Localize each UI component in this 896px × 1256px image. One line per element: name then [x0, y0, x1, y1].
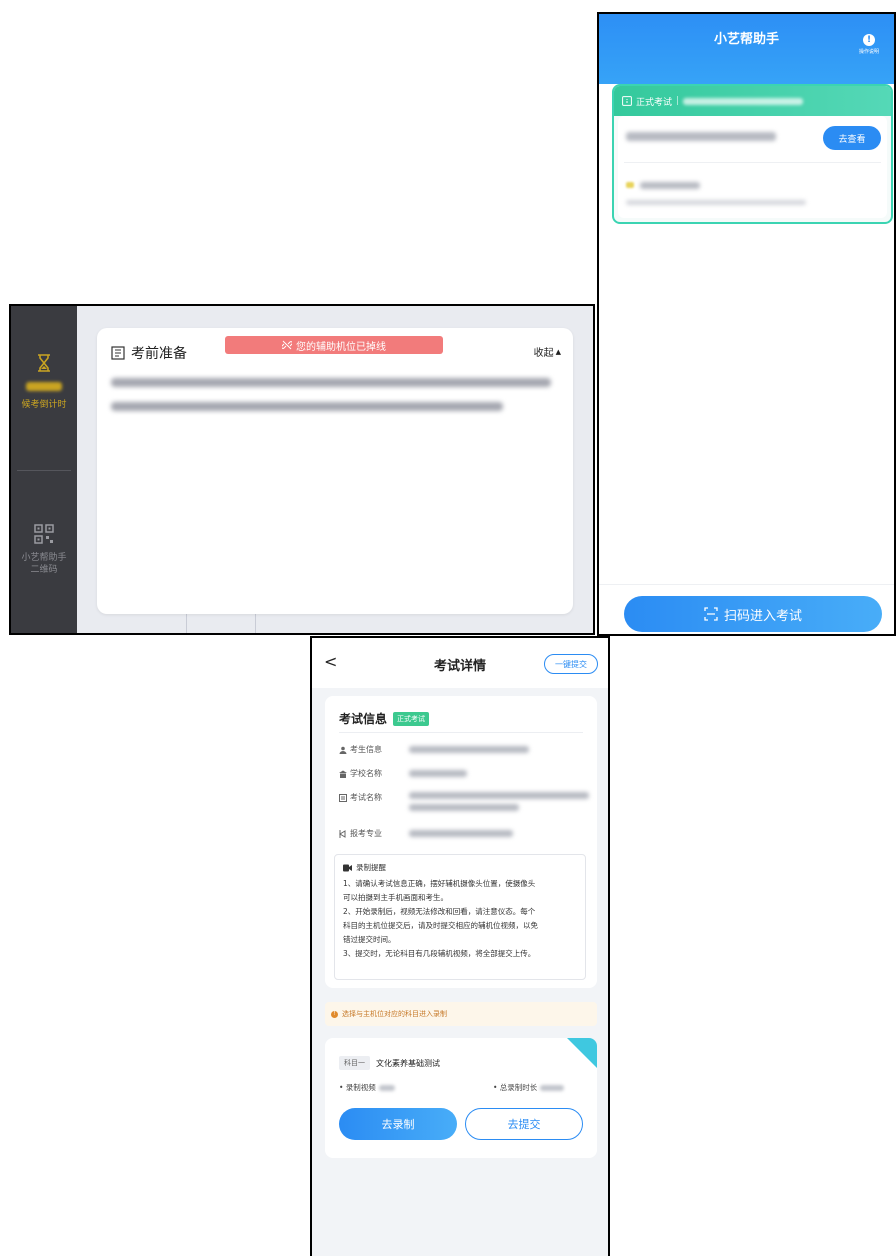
field-candidate: 考生信息: [339, 744, 382, 755]
caret-up-icon: ▲: [555, 347, 561, 356]
phone-header: 小艺帮助手 ! 操作说明: [599, 14, 894, 84]
field-exam-name: 考试名称: [339, 792, 382, 803]
field-label: 学校名称: [350, 769, 382, 778]
offline-alert-text: 您的辅助机位已掉线: [296, 341, 386, 353]
field-value-blurred: [409, 804, 519, 811]
total-time-meta: • 总录制时长: [493, 1082, 565, 1093]
field-major: 报考专业: [339, 828, 382, 839]
field-label: 报考专业: [350, 829, 382, 838]
collapse-toggle[interactable]: 收起 ▲: [533, 344, 561, 360]
help-button[interactable]: ! 操作说明: [852, 34, 886, 55]
user-icon: [339, 746, 347, 754]
phone-title: 小艺帮助手: [713, 32, 779, 47]
recording-reminder-box: 录制提醒 1、请确认考试信息正确，摆好辅机摄像头位置，使摄像头 可以拍摄到主手机…: [334, 854, 586, 980]
warning-icon: !: [331, 1010, 338, 1018]
status-text-blurred: [640, 182, 700, 189]
blurred-text-line: [111, 378, 551, 387]
time-text-blurred: [626, 200, 806, 205]
field-value-blurred: [409, 770, 467, 777]
field-value-blurred: [409, 830, 513, 837]
pc-sidebar: 候考倒计时 小艺帮助手 二维码: [11, 306, 77, 633]
blurred-text-line: [111, 402, 503, 411]
reminder-line: 3、提交时，无论科目有几段辅机视频，将全部提交上传。: [343, 949, 536, 958]
exam-details-screen: < 考试详情 一键提交 考试信息 正式考试 考生信息 学校名称 考试名称 报考专…: [310, 636, 610, 1256]
record-video-label: • 录制视频: [339, 1083, 376, 1092]
major-icon: [339, 829, 347, 838]
exam-prep-title-text: 考前准备: [131, 346, 187, 362]
header-separator: |: [676, 96, 680, 106]
scan-label: 扫码进入考试: [723, 608, 802, 624]
document-icon: [111, 346, 125, 360]
subject-row: 科目一 文化素养基础测试: [339, 1056, 440, 1070]
exam-icon: [622, 96, 632, 106]
sidebar-divider: [17, 470, 71, 471]
reminder-heading: 录制提醒: [343, 861, 577, 875]
notice-text: 选择与主机位对应的科目进入录制: [342, 1010, 447, 1018]
collapse-label: 收起: [533, 348, 554, 359]
sidebar-countdown[interactable]: 候考倒计时: [11, 354, 77, 411]
qr-label-2: 二维码: [30, 565, 58, 575]
submit-all-button[interactable]: 一键提交: [544, 654, 598, 674]
scan-enter-exam-button[interactable]: 扫码进入考试: [624, 596, 882, 632]
exam-info-heading: 考试信息 正式考试: [339, 710, 430, 727]
total-time-label: • 总录制时长: [493, 1083, 538, 1092]
corner-badge: [567, 1038, 597, 1068]
exam-prep-title: 考前准备: [111, 343, 187, 363]
phone-assistant-home: 小艺帮助手 ! 操作说明 正式考试 | 去查看 扫码进入考试: [597, 12, 896, 636]
status-dot: [626, 182, 634, 188]
field-value-blurred: [409, 746, 529, 753]
subject-tag: 科目一: [339, 1056, 370, 1070]
record-video-value-blurred: [378, 1084, 395, 1091]
info-divider: [339, 732, 583, 733]
subject-name: 文化素养基础测试: [376, 1058, 440, 1068]
exam-prep-card: 考前准备 您的辅助机位已掉线 收起 ▲: [97, 328, 573, 614]
exam-card: 正式考试 | 去查看: [612, 84, 893, 224]
subject-select-notice: ! 选择与主机位对应的科目进入录制: [325, 1002, 597, 1026]
field-label: 考生信息: [350, 745, 382, 754]
school-icon: [339, 770, 347, 778]
exam-card-body: 去查看: [618, 116, 887, 218]
exam-icon: [339, 793, 347, 802]
countdown-value: [11, 382, 77, 395]
info-icon: !: [863, 34, 875, 46]
help-label: 操作说明: [858, 49, 879, 55]
footer-divider: [599, 584, 894, 585]
qr-code-icon: [34, 524, 54, 544]
exam-card-header: 正式考试 |: [614, 86, 891, 116]
reminder-line: 1、请确认考试信息正确，摆好辅机摄像头位置，使摄像头: [343, 879, 536, 888]
exam-id-blurred: [683, 97, 804, 105]
total-time-value-blurred: [540, 1084, 565, 1091]
record-video-meta: • 录制视频: [339, 1082, 395, 1093]
reminder-line: 2、开始录制后，视频无法修改和回看，请注意仪态。每个: [343, 907, 536, 916]
go-submit-button[interactable]: 去提交: [465, 1108, 583, 1140]
exam-tag: 正式考试: [636, 97, 673, 108]
offline-alert-banner: 您的辅助机位已掉线: [225, 336, 443, 354]
link-broken-icon: [282, 340, 292, 350]
go-view-button[interactable]: 去查看: [823, 126, 881, 150]
details-header: < 考试详情 一键提交: [312, 638, 608, 688]
exam-card-divider: [624, 162, 881, 163]
exam-info-tag: 正式考试: [393, 711, 430, 726]
qr-label-1: 小艺帮助手: [21, 553, 67, 563]
reminder-title: 录制提醒: [356, 863, 386, 872]
hourglass-icon: [38, 354, 50, 372]
exam-info-title: 考试信息: [339, 712, 388, 726]
countdown-label: 候考倒计时: [21, 400, 67, 410]
go-record-button[interactable]: 去录制: [339, 1108, 457, 1140]
scan-icon: [704, 607, 718, 621]
exam-name-blurred: [626, 132, 776, 141]
video-icon: [343, 864, 352, 872]
reminder-line: 错过提交时间。: [343, 935, 396, 944]
field-value-blurred: [409, 792, 589, 799]
reminder-line: 科目的主机位提交后，请及时提交相应的辅机位视频，以免: [343, 921, 538, 930]
field-school: 学校名称: [339, 768, 382, 779]
pc-exam-prep-screen: 候考倒计时 小艺帮助手 二维码 考前准备 您的辅助机位已掉线 收起 ▲: [9, 304, 595, 635]
field-label: 考试名称: [350, 793, 382, 802]
subject-card: 科目一 文化素养基础测试 • 录制视频 • 总录制时长 去录制 去提交: [325, 1038, 597, 1158]
sidebar-qr-code[interactable]: 小艺帮助手 二维码: [11, 524, 77, 576]
reminder-line: 可以拍摄到主手机画面和考生。: [343, 893, 448, 902]
